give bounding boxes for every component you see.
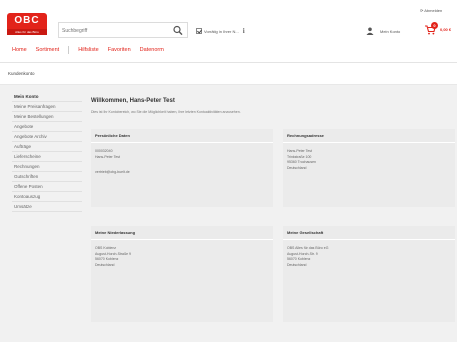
account-content: Willkommen, Hans-Peter Test Dies ist Ihr… <box>88 92 457 342</box>
card-heading: Meine Gesellschaft <box>283 226 455 240</box>
card-body: OBS Alles für das Büro eG August-Horch-S… <box>283 240 455 268</box>
search-icon[interactable] <box>172 25 184 36</box>
sidebar-item-preisanfragen[interactable]: Meine Preisanfragen <box>12 102 82 112</box>
nav-sortiment[interactable]: Sortiment <box>36 47 60 53</box>
card-heading: Meine Niederlassung <box>91 226 273 240</box>
sidebar-item-offene-posten[interactable]: Offene Posten <box>12 182 82 192</box>
site-header: OBC Alles für das Büro Vorrätig in Ihrer… <box>0 0 457 62</box>
search-input[interactable] <box>62 25 167 36</box>
card-body: Hans-Peter Test Trinkstraße 100 95360 Tr… <box>283 143 455 171</box>
in-stock-label: Vorrätig in Ihrer N... <box>204 28 239 34</box>
address-line: Deutschland <box>287 165 307 170</box>
breadcrumb-bar: Kundenkonto <box>0 63 457 85</box>
logout-link[interactable]: ⟳ Abmelden <box>420 8 442 13</box>
sidebar-item-bestellungen[interactable]: Meine Bestellungen <box>12 112 82 122</box>
sidebar-item-auftraege[interactable]: Aufträge <box>12 142 82 152</box>
cart[interactable]: 0 0,00 € <box>425 22 457 38</box>
info-icon[interactable]: i <box>243 27 245 35</box>
company-card: Meine Gesellschaft OBS Alles für das Bür… <box>283 226 455 322</box>
search-box <box>58 22 188 38</box>
sidebar-item-mein-konto[interactable]: Mein Konto <box>12 92 82 102</box>
in-stock-filter[interactable]: Vorrätig in Ihrer N... i <box>196 26 245 36</box>
sidebar-item-gutschriften[interactable]: Gutschriften <box>12 172 82 182</box>
sidebar-item-lieferscheine[interactable]: Lieferscheine <box>12 152 82 162</box>
account-link[interactable]: Mein Konto <box>366 27 400 35</box>
store-card: Meine Niederlassung OBS Koblenz August-H… <box>91 226 273 322</box>
address-line: Deutschland <box>287 262 307 267</box>
billing-address-card: Rechnungsadresse Hans-Peter Test Trinkst… <box>283 129 455 207</box>
cart-amount: 0,00 € <box>440 27 452 32</box>
account-label: Mein Konto <box>380 28 401 34</box>
logo[interactable]: OBC Alles für das Büro <box>7 13 47 37</box>
sidebar-item-rechnungen[interactable]: Rechnungen <box>12 162 82 172</box>
cart-count-badge: 0 <box>431 22 438 29</box>
card-body: OBS Koblenz August-Horch-Straße 9 56070 … <box>91 240 273 268</box>
nav-divider <box>68 46 70 54</box>
nav-hilfsliste[interactable]: Hilfsliste <box>78 47 98 53</box>
nav-home[interactable]: Home <box>12 47 27 53</box>
in-stock-checkbox[interactable] <box>196 28 202 34</box>
user-icon <box>366 27 374 35</box>
breadcrumb[interactable]: Kundenkonto <box>8 71 35 76</box>
card-body: 000032040 Hans-Peter Test vertrieb@obg-b… <box>91 143 273 176</box>
personal-data-card: Persönliche Daten 000032040 Hans-Peter T… <box>91 129 273 207</box>
main-nav: Home Sortiment Hilfsliste Favoriten Date… <box>12 46 173 54</box>
intro-text: Dies ist Ihr Kontobereich, wo Sie die Mö… <box>91 110 241 114</box>
account-sidebar: Mein Konto Meine Preisanfragen Meine Bes… <box>12 92 82 212</box>
address-line: Deutschland <box>95 262 115 267</box>
page-title: Willkommen, Hans-Peter Test <box>91 98 175 104</box>
sidebar-item-kontoauszug[interactable]: Kontoauszug <box>12 192 82 202</box>
nav-datenorm[interactable]: Datenorm <box>140 47 164 53</box>
nav-favoriten[interactable]: Favoriten <box>108 47 131 53</box>
sidebar-item-angebote[interactable]: Angebote <box>12 122 82 132</box>
customer-email: vertrieb@obg-buelt.de <box>95 170 130 174</box>
sidebar-item-umsaetze[interactable]: Umsätze <box>12 202 82 212</box>
logo-tagline: Alles für das Büro <box>7 29 47 35</box>
sidebar-item-angebote-archiv[interactable]: Angebote Archiv <box>12 132 82 142</box>
logo-wordmark: OBC <box>7 13 47 29</box>
card-heading: Persönliche Daten <box>91 129 273 143</box>
card-heading: Rechnungsadresse <box>283 129 455 143</box>
